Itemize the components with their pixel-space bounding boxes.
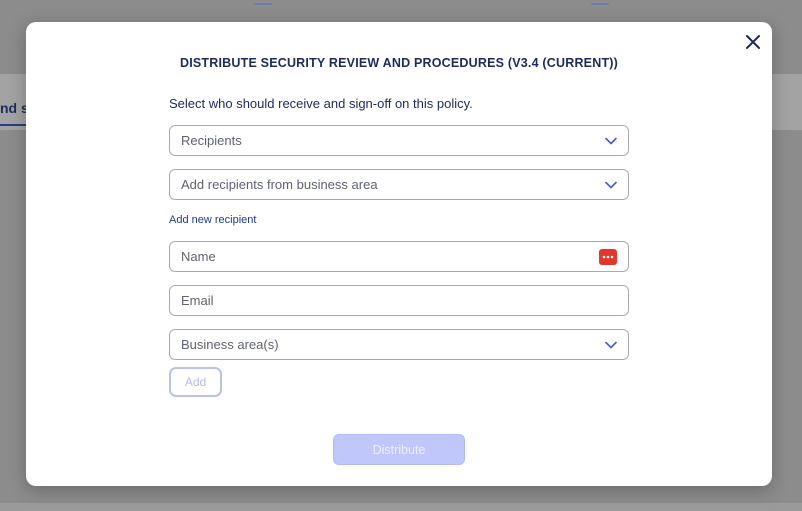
close-button[interactable] bbox=[743, 32, 763, 52]
add-recipient-button[interactable]: Add bbox=[169, 367, 222, 397]
chevron-down-icon[interactable] bbox=[605, 181, 617, 189]
business-area-recipients-select[interactable]: Add recipients from business area bbox=[169, 169, 629, 200]
recipients-select-placeholder: Recipients bbox=[181, 133, 242, 148]
modal-title: DISTRIBUTE SECURITY REVIEW AND PROCEDURE… bbox=[179, 56, 619, 70]
email-input[interactable] bbox=[181, 293, 617, 308]
name-input[interactable] bbox=[181, 249, 599, 264]
close-icon[interactable] bbox=[746, 35, 760, 49]
background-bottom-strip bbox=[0, 503, 802, 511]
instructions-text: Select who should receive and sign-off o… bbox=[169, 96, 473, 111]
distribute-button[interactable]: Distribute bbox=[333, 434, 465, 465]
name-field-container bbox=[169, 241, 629, 272]
email-field-container bbox=[169, 285, 629, 316]
password-manager-icon[interactable] bbox=[599, 248, 617, 265]
background-dash bbox=[591, 3, 609, 5]
background-dash bbox=[254, 3, 272, 5]
business-areas-select[interactable]: Business area(s) bbox=[169, 329, 629, 360]
business-areas-placeholder: Business area(s) bbox=[181, 337, 279, 352]
chevron-down-icon[interactable] bbox=[605, 341, 617, 349]
chevron-down-icon[interactable] bbox=[605, 137, 617, 145]
business-area-recipients-placeholder: Add recipients from business area bbox=[181, 177, 378, 192]
distribute-policy-modal: DISTRIBUTE SECURITY REVIEW AND PROCEDURE… bbox=[26, 22, 772, 486]
recipients-select[interactable]: Recipients bbox=[169, 125, 629, 156]
add-new-recipient-link[interactable]: Add new recipient bbox=[169, 214, 256, 226]
background-tab-underline bbox=[0, 124, 26, 126]
